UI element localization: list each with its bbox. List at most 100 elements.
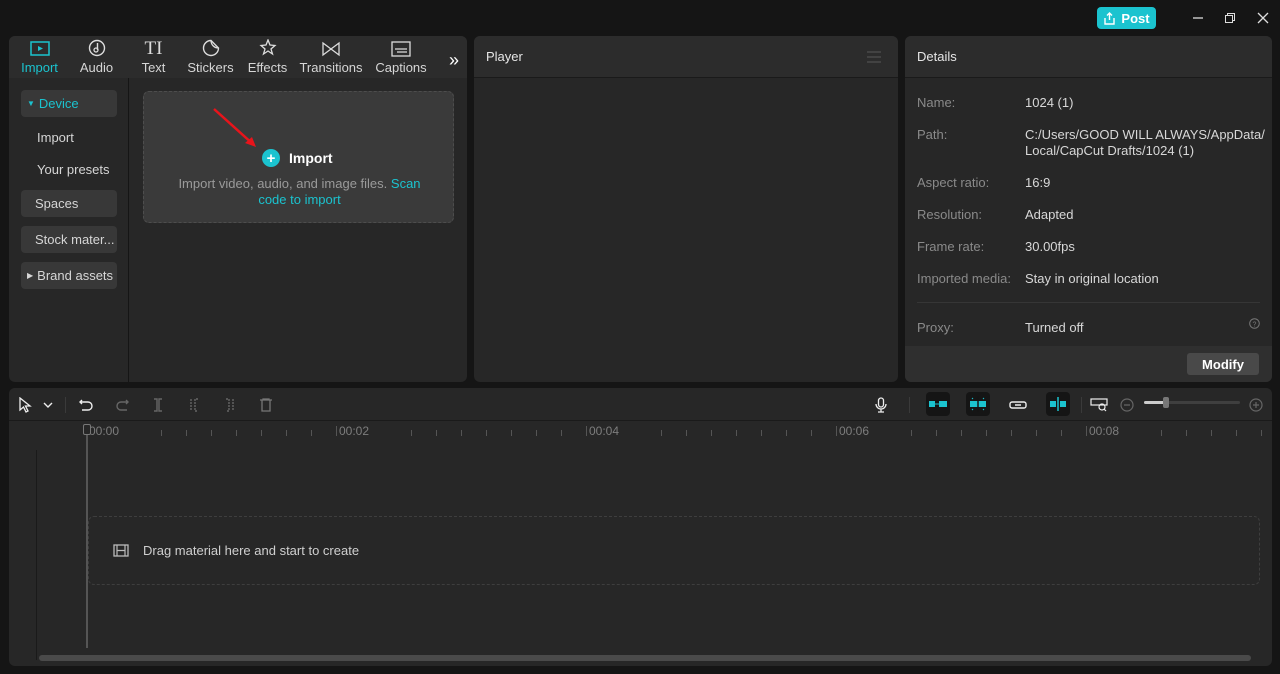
detail-value: 1024 (1) xyxy=(1025,95,1074,110)
split-icon xyxy=(154,398,162,412)
cursor-icon xyxy=(19,397,32,413)
snap-icon xyxy=(970,396,986,412)
tab-label: Text xyxy=(141,60,166,75)
import-title: Import xyxy=(289,150,333,166)
divider xyxy=(917,302,1260,303)
import-dropzone[interactable]: + Import Import video, audio, and image … xyxy=(143,91,454,223)
detail-value: 30.00fps xyxy=(1025,239,1075,254)
more-tabs-icon[interactable]: » xyxy=(449,50,459,71)
share-icon xyxy=(1104,11,1116,25)
tab-import[interactable]: Import xyxy=(11,36,68,78)
detail-label: Frame rate: xyxy=(917,239,985,254)
sidebar-item-presets[interactable]: Your presets xyxy=(21,156,117,183)
tab-audio[interactable]: Audio xyxy=(68,36,125,78)
help-icon[interactable]: ? xyxy=(1249,318,1260,329)
tab-text[interactable]: TI Text xyxy=(125,36,182,78)
tab-label: Stickers xyxy=(187,60,234,75)
tab-label: Captions xyxy=(375,60,427,75)
redo-button[interactable] xyxy=(112,395,132,415)
trim-left-icon xyxy=(190,398,198,412)
close-button[interactable] xyxy=(1255,10,1271,26)
sidebar-item-import[interactable]: Import xyxy=(21,124,117,151)
tab-transitions[interactable]: Transitions xyxy=(296,36,366,78)
undo-icon xyxy=(79,399,93,411)
record-audio-button[interactable] xyxy=(871,395,891,415)
timeline-ruler[interactable]: 00:00 00:02 00:04 00:06 00:08 xyxy=(9,421,1272,443)
svg-text:?: ? xyxy=(1253,321,1257,328)
detail-label: Name: xyxy=(917,95,956,110)
sidebar-item-label: Stock mater... xyxy=(35,232,115,247)
ruler-minor-tick xyxy=(661,430,662,436)
delete-button[interactable] xyxy=(256,395,276,415)
detail-label: Imported media: xyxy=(917,271,1011,286)
detail-value: 16:9 xyxy=(1025,175,1051,190)
sidebar-item-brand-assets[interactable]: ▶ Brand assets xyxy=(21,262,117,289)
plus-icon: + xyxy=(262,149,280,167)
import-button[interactable]: + Import xyxy=(262,149,333,167)
zoom-in-button[interactable] xyxy=(1246,395,1266,415)
link-button[interactable] xyxy=(1008,395,1028,415)
playhead-handle[interactable] xyxy=(83,424,91,435)
select-tool-button[interactable] xyxy=(15,395,35,415)
caret-down-icon: ▼ xyxy=(27,99,35,108)
tab-label: Import xyxy=(21,60,58,75)
trim-left-button[interactable] xyxy=(184,395,204,415)
auto-snap-button[interactable] xyxy=(966,392,990,416)
tab-stickers[interactable]: Stickers xyxy=(182,36,239,78)
timeline-dropzone[interactable]: Drag material here and start to create xyxy=(88,516,1260,585)
tab-label: Audio xyxy=(79,60,114,75)
tab-effects[interactable]: Effects xyxy=(239,36,296,78)
detail-value: C:/Users/GOOD WILL ALWAYS/AppData/ Local… xyxy=(1025,127,1265,158)
close-icon xyxy=(1257,12,1269,24)
ruler-minor-tick xyxy=(211,430,212,436)
detail-label: Path: xyxy=(917,127,948,142)
track-header-divider xyxy=(36,450,37,660)
zoom-to-fit-button[interactable] xyxy=(1089,395,1109,415)
select-tool-dropdown[interactable] xyxy=(38,395,58,415)
tab-label: Effects xyxy=(247,60,288,75)
timeline-scrollbar[interactable] xyxy=(39,655,1251,661)
minimize-button[interactable] xyxy=(1190,10,1206,26)
modify-button[interactable]: Modify xyxy=(1187,353,1259,375)
sidebar-item-label: Device xyxy=(38,96,79,111)
main-track-magnet-button[interactable] xyxy=(926,392,950,416)
zoom-slider[interactable] xyxy=(1144,397,1240,408)
sidebar-item-spaces[interactable]: Spaces xyxy=(21,190,117,217)
sidebar-item-device[interactable]: ▼ Device xyxy=(21,90,117,117)
sidebar-item-label: Brand assets xyxy=(37,268,114,283)
media-tabs: Import Audio TI Text Stickers Effects Tr… xyxy=(9,36,467,78)
ruler-label: 00:06 xyxy=(839,424,870,438)
split-button[interactable] xyxy=(148,395,168,415)
restore-button[interactable] xyxy=(1222,10,1238,26)
ruler-minor-tick xyxy=(986,430,987,436)
ruler-major-tick xyxy=(836,426,837,436)
trim-right-button[interactable] xyxy=(220,395,240,415)
ruler-minor-tick xyxy=(786,430,787,436)
detail-label: Aspect ratio: xyxy=(917,175,990,190)
minimize-icon xyxy=(1193,17,1203,19)
zoom-out-button[interactable] xyxy=(1117,395,1137,415)
ruler-minor-tick xyxy=(561,430,562,436)
effects-icon xyxy=(258,39,277,56)
sidebar-item-stock[interactable]: Stock mater... xyxy=(21,226,117,253)
ruler-label: 00:00 xyxy=(89,424,120,438)
ruler-minor-tick xyxy=(811,430,812,436)
ruler-minor-tick xyxy=(1061,430,1062,436)
trash-icon xyxy=(260,398,272,412)
ruler-minor-tick xyxy=(536,430,537,436)
ruler-minor-tick xyxy=(711,430,712,436)
zoom-slider-handle[interactable] xyxy=(1163,397,1170,408)
preview-axis-button[interactable] xyxy=(1046,392,1070,416)
zoom-out-icon xyxy=(1120,398,1134,412)
post-button[interactable]: Post xyxy=(1097,7,1156,29)
ruler-major-tick xyxy=(336,426,337,436)
captions-icon xyxy=(391,41,411,57)
tab-captions[interactable]: Captions xyxy=(366,36,436,78)
undo-button[interactable] xyxy=(76,395,96,415)
menu-icon[interactable] xyxy=(867,51,881,63)
detail-label: Proxy: xyxy=(917,320,954,335)
ruler-label: 00:02 xyxy=(339,424,370,438)
ruler-minor-tick xyxy=(186,430,187,436)
ruler-minor-tick xyxy=(311,430,312,436)
tab-label: Transitions xyxy=(299,60,363,75)
